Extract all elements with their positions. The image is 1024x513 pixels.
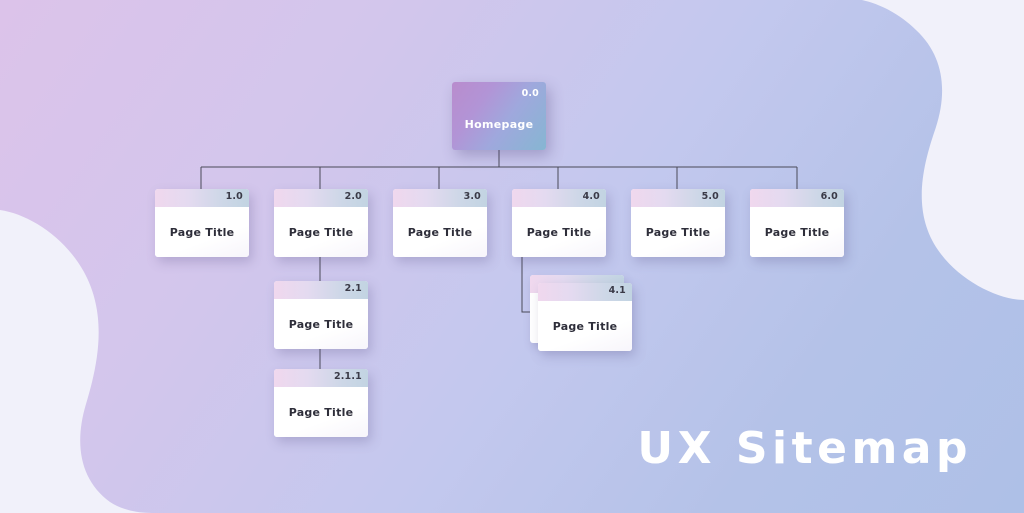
page-node-1-0[interactable]: 1.0 Page Title [155, 189, 249, 257]
page-node-body: Page Title [512, 207, 606, 257]
page-node-label: Page Title [288, 225, 354, 239]
page-node-4-0[interactable]: 4.0 Page Title [512, 189, 606, 257]
blob-top-right [862, 0, 1024, 300]
page-node-2-1-1[interactable]: 2.1.1 Page Title [274, 369, 368, 437]
page-title: UX Sitemap [637, 423, 972, 474]
page-node-4-1[interactable]: 4.1 Page Title [538, 283, 632, 351]
page-node-number: 4.1 [608, 285, 626, 296]
page-node-body: Page Title [274, 299, 368, 349]
page-node-4-1-stack[interactable]: 4.1 Page Title [530, 275, 632, 351]
page-node-header: 5.0 [631, 189, 725, 207]
page-node-number: 5.0 [701, 191, 719, 202]
page-node-label: Page Title [169, 225, 235, 239]
homepage-node-number: 0.0 [521, 88, 539, 99]
page-node-label: Page Title [552, 319, 618, 333]
page-node-number: 2.1.1 [333, 371, 362, 382]
page-node-body: Page Title [155, 207, 249, 257]
page-node-number: 2.1 [344, 283, 362, 294]
blob-bottom-left [0, 210, 152, 513]
page-node-label: Page Title [407, 225, 473, 239]
homepage-node-label: Homepage [464, 118, 534, 131]
page-node-2-1[interactable]: 2.1 Page Title [274, 281, 368, 349]
page-node-header: 2.1 [274, 281, 368, 299]
page-node-5-0[interactable]: 5.0 Page Title [631, 189, 725, 257]
page-node-number: 3.0 [463, 191, 481, 202]
page-node-header: 6.0 [750, 189, 844, 207]
sitemap-canvas: 0.0 Homepage 1.0 Page Title 2.0 Page Tit… [0, 0, 1024, 513]
page-node-label: Page Title [288, 317, 354, 331]
page-node-3-0[interactable]: 3.0 Page Title [393, 189, 487, 257]
page-node-header: 2.0 [274, 189, 368, 207]
page-node-label: Page Title [526, 225, 592, 239]
page-node-label: Page Title [288, 405, 354, 419]
page-node-body: Page Title [750, 207, 844, 257]
homepage-node[interactable]: 0.0 Homepage [452, 82, 546, 150]
page-node-body: Page Title [274, 387, 368, 437]
page-node-6-0[interactable]: 6.0 Page Title [750, 189, 844, 257]
page-node-body: Page Title [393, 207, 487, 257]
page-node-label: Page Title [645, 225, 711, 239]
page-node-header: 3.0 [393, 189, 487, 207]
page-node-header: 2.1.1 [274, 369, 368, 387]
page-node-number: 1.0 [225, 191, 243, 202]
page-node-label: Page Title [764, 225, 830, 239]
page-node-number: 2.0 [344, 191, 362, 202]
page-node-2-0[interactable]: 2.0 Page Title [274, 189, 368, 257]
page-node-header: 4.0 [512, 189, 606, 207]
page-node-number: 6.0 [820, 191, 838, 202]
page-node-header: 1.0 [155, 189, 249, 207]
page-node-body: Page Title [631, 207, 725, 257]
page-node-body: Page Title [538, 301, 632, 351]
page-node-body: Page Title [274, 207, 368, 257]
page-node-number: 4.0 [582, 191, 600, 202]
page-node-header: 4.1 [538, 283, 632, 301]
